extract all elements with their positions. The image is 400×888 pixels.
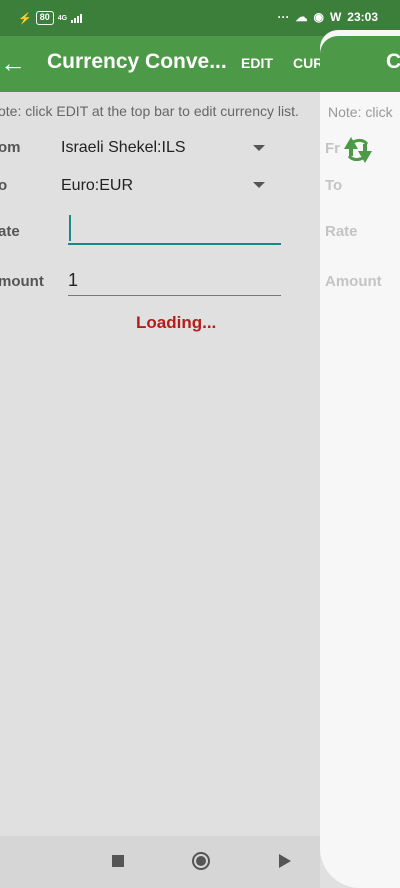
amount-value: 1 [68,270,79,290]
network-label: 4G [57,14,68,22]
to-label: o [0,177,8,194]
circle-icon[interactable] [192,852,210,870]
navigation-bar [0,836,320,888]
from-currency-select[interactable]: Israeli Shekel:ILS [61,139,186,157]
rate-label: ate [0,223,20,240]
cloud-icon: ☁ [295,10,308,24]
amount-label: mount [0,273,44,290]
triangle-icon[interactable] [279,854,291,868]
from-label: om [0,139,21,156]
square-icon[interactable] [112,855,124,867]
card-from-label: Fr [325,140,340,157]
clock: 23:03 [347,10,378,24]
from-dropdown-icon[interactable] [253,145,265,151]
app-title: Currency Conve... [47,50,227,73]
to-dropdown-icon[interactable] [253,182,265,188]
card-rate-label: Rate [325,223,358,240]
rate-input[interactable] [68,213,281,245]
status-right: ··· ☁ ◉ W 23:03 [277,10,378,24]
battery-icon: 80 [35,11,54,25]
card-title: C [386,50,400,73]
signal-icon [71,13,83,23]
card-toolbar: C [320,36,400,92]
loading-text: Loading... [136,313,217,332]
more-dots: ··· [277,10,290,24]
card-note: Note: click [328,104,393,120]
edit-note: ote: click EDIT at the top bar to edit c… [0,103,299,119]
to-currency-select[interactable]: Euro:EUR [61,177,133,195]
arrow-left-icon[interactable]: ← [0,48,26,78]
amount-input[interactable]: 1 [68,266,281,296]
whatsapp-icon: ◉ [313,10,324,24]
edit-button[interactable]: EDIT [241,55,273,71]
w-app-icon: W [329,10,342,24]
card-to-label: To [325,177,343,194]
charging-icon: ⚡ [18,12,32,25]
status-left: ⚡ 80 4G [18,11,83,25]
card-amount-label: Amount [325,273,382,290]
swap-arrows-icon[interactable] [340,132,376,168]
text-cursor [69,215,71,241]
